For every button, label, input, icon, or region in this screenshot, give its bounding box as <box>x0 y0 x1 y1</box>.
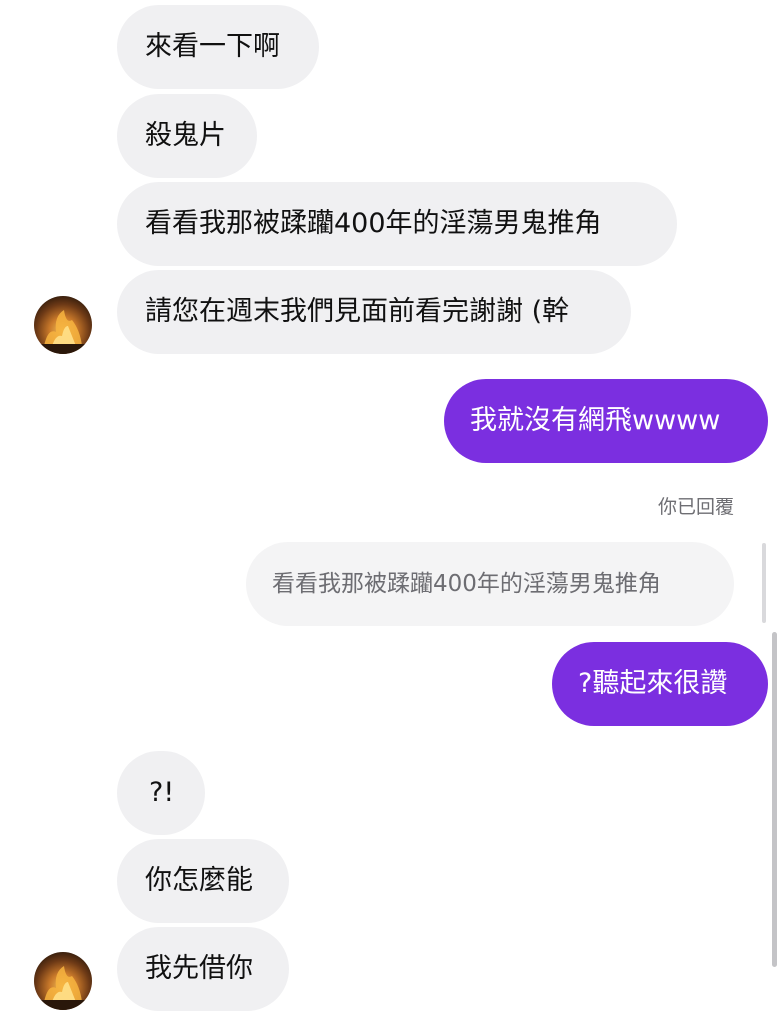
fire-avatar-icon <box>40 310 86 354</box>
received-message[interactable]: 看看我那被蹂躪400年的淫蕩男鬼推角 <box>117 182 677 266</box>
reply-indicator: 你已回覆 <box>657 496 734 518</box>
received-message[interactable]: 來看一下啊 <box>117 5 319 89</box>
message-text: 看看我那被蹂躪400年的淫蕩男鬼推角 <box>272 571 661 597</box>
received-message[interactable]: 你怎麼能 <box>117 839 289 923</box>
message-text: ?! <box>149 777 175 808</box>
sent-message[interactable]: ?聽起來很讚 <box>552 642 768 726</box>
received-message[interactable]: 我先借你 <box>117 927 289 1011</box>
message-text: 你怎麼能 <box>145 865 253 896</box>
quoted-scrollbar[interactable] <box>762 543 766 623</box>
scrollbar[interactable] <box>772 632 777 967</box>
contact-avatar[interactable] <box>34 296 92 354</box>
received-message[interactable]: 殺鬼片 <box>117 94 257 178</box>
message-text: 來看一下啊 <box>145 31 280 62</box>
received-message[interactable]: 請您在週末我們見面前看完謝謝 (幹 <box>117 270 631 354</box>
received-message[interactable]: ?! <box>117 751 205 835</box>
quoted-reply-message[interactable]: 看看我那被蹂躪400年的淫蕩男鬼推角 <box>246 542 734 626</box>
message-text: 我就沒有網飛wwww <box>470 405 721 436</box>
fire-avatar-icon <box>40 966 86 1010</box>
message-text: 殺鬼片 <box>145 120 226 151</box>
message-text: 看看我那被蹂躪400年的淫蕩男鬼推角 <box>145 208 602 239</box>
message-text: ?聽起來很讚 <box>578 668 728 699</box>
message-text: 請您在週末我們見面前看完謝謝 (幹 <box>145 296 570 327</box>
message-text: 我先借你 <box>145 953 253 984</box>
sent-message[interactable]: 我就沒有網飛wwww <box>444 379 768 463</box>
contact-avatar[interactable] <box>34 952 92 1010</box>
